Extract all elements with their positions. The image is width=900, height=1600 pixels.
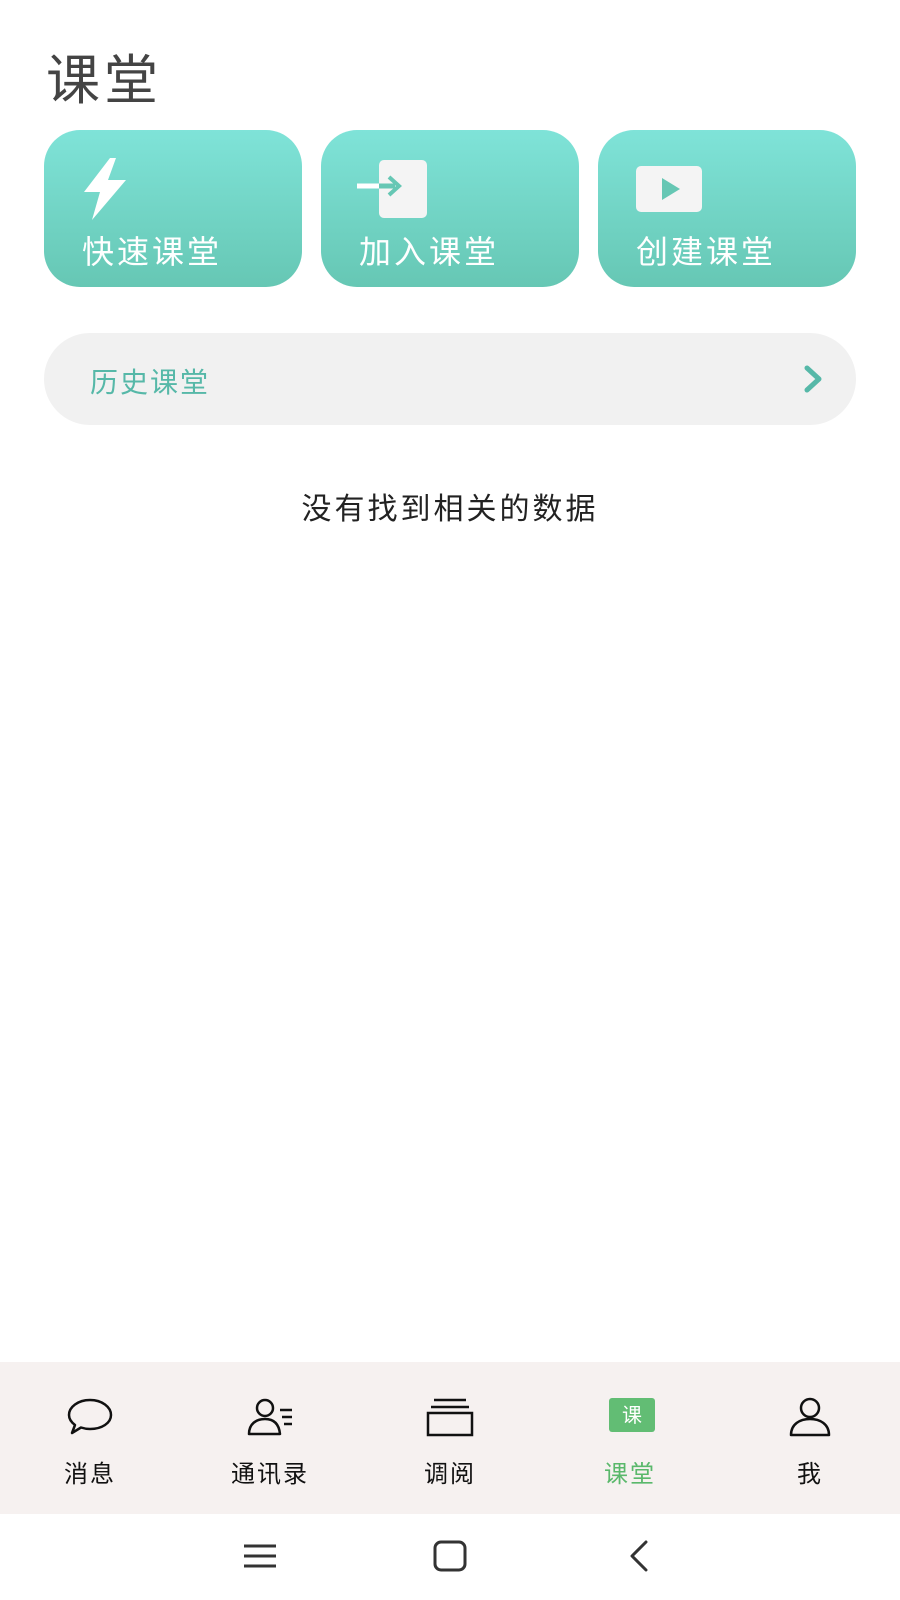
tab-classroom-label: 课堂 <box>604 1460 656 1488</box>
chat-bubble-icon <box>67 1398 113 1435</box>
system-navigation-bar <box>0 1514 900 1600</box>
history-class-row[interactable]: 历史课堂 <box>44 333 856 425</box>
menu-lines-icon[interactable] <box>238 1534 282 1578</box>
tab-me-label: 我 <box>797 1460 823 1488</box>
quick-class-label: 快速课堂 <box>82 233 223 271</box>
folder-stack-icon <box>426 1398 474 1437</box>
video-play-icon <box>636 166 702 212</box>
empty-state-text: 没有找到相关的数据 <box>301 492 599 527</box>
join-class-button[interactable]: 加入课堂 <box>321 130 579 287</box>
tab-review-label: 调阅 <box>424 1460 476 1488</box>
quick-class-button[interactable]: 快速课堂 <box>44 130 302 287</box>
home-square-icon[interactable] <box>428 1534 472 1578</box>
tab-classroom[interactable]: 课 课堂 <box>540 1362 720 1514</box>
create-class-label: 创建课堂 <box>636 233 777 271</box>
enter-door-icon <box>357 160 427 218</box>
chevron-right-icon <box>804 365 822 393</box>
tab-me[interactable]: 我 <box>720 1362 900 1514</box>
page-title: 课堂 <box>46 49 162 112</box>
person-icon <box>789 1397 831 1437</box>
classroom-screen: 课堂 快速课堂 加入课堂 创建课堂 历史课堂 没有找到相关的数据 消息 通讯录 … <box>0 0 900 1600</box>
class-badge-icon: 课 <box>609 1398 655 1432</box>
action-cards: 快速课堂 加入课堂 创建课堂 <box>44 130 856 287</box>
tab-review[interactable]: 调阅 <box>360 1362 540 1514</box>
lightning-icon <box>84 158 126 220</box>
contacts-icon <box>247 1398 292 1436</box>
join-class-label: 加入课堂 <box>359 233 500 271</box>
back-chevron-icon[interactable] <box>618 1534 662 1578</box>
bottom-tab-bar: 消息 通讯录 调阅 课 课堂 我 <box>0 1362 900 1514</box>
tab-messages-label: 消息 <box>64 1460 116 1488</box>
history-class-label: 历史课堂 <box>90 366 211 399</box>
tab-contacts[interactable]: 通讯录 <box>180 1362 360 1514</box>
tab-messages[interactable]: 消息 <box>0 1362 180 1514</box>
create-class-button[interactable]: 创建课堂 <box>598 130 856 287</box>
tab-contacts-label: 通讯录 <box>231 1460 309 1488</box>
